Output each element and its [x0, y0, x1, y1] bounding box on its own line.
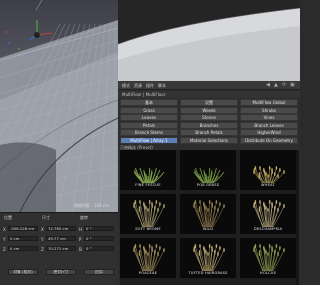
- preset-thumbnail[interactable]: FINE FESCUE: [120, 150, 176, 190]
- preset-thumbnail[interactable]: TUFTED HAIRGRASS: [180, 238, 236, 278]
- category-button[interactable]: HigherWind: [240, 129, 298, 136]
- preset-thumbnail-label: POA GRASS: [196, 183, 220, 187]
- size-y-label: Y: [41, 237, 44, 242]
- menu-item-assets[interactable]: 资源: [134, 83, 142, 89]
- forward-icon[interactable]: ▲: [274, 82, 278, 88]
- menu-item-mode[interactable]: 模式: [122, 83, 130, 89]
- category-button[interactable]: Branch Leaves: [240, 121, 298, 129]
- axis-y-label: Y: [3, 237, 6, 242]
- category-button[interactable]: MultiFlow | Array 1: [120, 136, 178, 144]
- rotation-h-label: H: [79, 227, 83, 232]
- preset-thumbnail[interactable]: HOLCUS: [240, 238, 296, 278]
- rotation-b-field[interactable]: 0 °: [84, 246, 114, 251]
- rotation-header: 旋转: [80, 215, 88, 220]
- preset-thumbnail-label: WHEAT: [261, 183, 275, 187]
- rotation-b-label: B: [79, 247, 82, 252]
- coordinate-mode-dropdown[interactable]: 对象 (相对): [8, 269, 38, 275]
- viewport-canvas[interactable]: [0, 0, 118, 212]
- apply-button[interactable]: 应用: [84, 269, 114, 275]
- upper-viewport-preview: [118, 0, 300, 81]
- preset-thumbnail-label: WILD: [202, 227, 214, 231]
- 3d-viewport[interactable]: 网格间距 : 100 cm: [0, 0, 118, 212]
- position-header: 位置: [4, 215, 12, 220]
- category-button[interactable]: Weeds: [180, 106, 238, 114]
- category-button[interactable]: Vines: [240, 114, 298, 121]
- axis-x-label: X: [3, 227, 6, 232]
- category-button[interactable]: Material Selections: [180, 136, 238, 144]
- preset-thumbnail-label: POACEAE: [138, 271, 158, 275]
- category-button[interactable]: 设置: [180, 99, 238, 106]
- category-button[interactable]: 基本: [120, 99, 178, 106]
- preset-thumbnail[interactable]: WILD: [180, 194, 236, 234]
- preset-thumbnail-label: SOFT BROME: [135, 227, 161, 231]
- thumbnail-scrollbar[interactable]: [296, 150, 299, 285]
- size-z-field[interactable]: 70.271 cm: [46, 246, 76, 251]
- category-button[interactable]: Stones: [180, 114, 238, 121]
- category-button[interactable]: Branches: [180, 121, 238, 129]
- preset-thumbnail-label: TUFTED HAIRGRASS: [188, 271, 228, 275]
- breadcrumb: MultiFloor | MultiFloor: [118, 91, 300, 98]
- size-z-label: Z: [41, 247, 44, 252]
- preset-thumbnail[interactable]: SOFT BROME: [120, 194, 176, 234]
- category-button[interactable]: Leaves: [120, 114, 178, 121]
- preset-thumbnail[interactable]: POA GRASS: [180, 150, 236, 190]
- category-button[interactable]: Branch Petals: [180, 129, 238, 136]
- preset-thumbnail-label: DESCHAMPSIA: [253, 227, 283, 231]
- category-button[interactable]: Shrubs: [240, 106, 298, 114]
- menu-item-scripts[interactable]: 脚本: [158, 83, 166, 89]
- category-button[interactable]: MultiFlow Global: [240, 99, 298, 106]
- back-icon[interactable]: ◀: [266, 82, 270, 88]
- rotation-h-field[interactable]: 0 °: [84, 226, 114, 231]
- category-button[interactable]: Grass: [120, 106, 178, 114]
- position-y-field[interactable]: 0 cm: [8, 236, 38, 241]
- grid-spacing-label: 网格间距 : 100 cm: [74, 203, 109, 208]
- position-x-field[interactable]: -556.228 cm: [8, 226, 38, 231]
- axis-z-label: Z: [3, 247, 6, 252]
- coordinates-panel: 位置 尺寸 旋转 X -556.228 cm X 72.785 cm H 0 °…: [0, 212, 118, 285]
- rotation-p-field[interactable]: 0 °: [84, 236, 114, 241]
- breadcrumb-text: MultiFloor | MultiFloor: [122, 92, 166, 97]
- preset-thumbnail-label: FINE FESCUE: [135, 183, 161, 187]
- menu-item-plugins[interactable]: 插件: [146, 83, 154, 89]
- position-z-field[interactable]: 0 cm: [8, 246, 38, 251]
- category-button[interactable]: Petals: [120, 121, 178, 129]
- size-y-field[interactable]: 49.77 cm: [46, 236, 76, 241]
- preset-thumbnail-label: HOLCUS: [259, 271, 277, 275]
- rotation-p-label: P: [79, 237, 82, 242]
- size-mode-dropdown[interactable]: 绝对尺寸: [46, 269, 76, 275]
- category-button[interactable]: Distribute On Geometry: [240, 136, 298, 144]
- preset-thumbnail[interactable]: POACEAE: [120, 238, 176, 278]
- preset-thumbnail-grid: FINE FESCUE POA GRASS WHEAT SOFT BROME WILD D…: [120, 150, 298, 285]
- category-button[interactable]: Branch Stems: [120, 129, 178, 136]
- size-x-label: X: [41, 227, 44, 232]
- preset-thumbnail[interactable]: DESCHAMPSIA: [240, 194, 296, 234]
- preset-thumbnail[interactable]: WHEAT: [240, 150, 296, 190]
- size-x-field[interactable]: 72.785 cm: [46, 226, 76, 231]
- size-header: 尺寸: [42, 215, 50, 220]
- settings-icon[interactable]: ▣: [290, 82, 295, 88]
- refresh-icon[interactable]: ⟳: [282, 82, 286, 88]
- menu-bar: 模式 资源 插件 脚本 ◀ ▲ ⟳ ▣: [118, 81, 300, 90]
